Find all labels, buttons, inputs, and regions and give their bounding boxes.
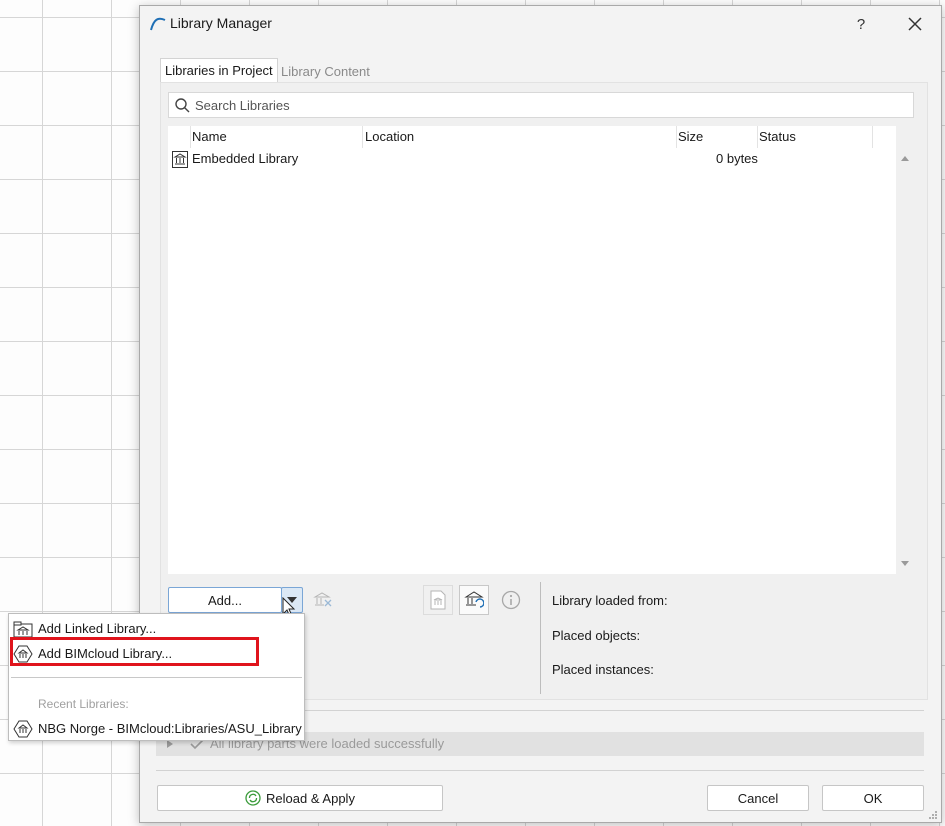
column-header-status[interactable]: Status — [759, 129, 796, 144]
column-separator — [190, 126, 191, 148]
recent-libraries-header: Recent Libraries: — [38, 697, 129, 711]
window-title: Library Manager — [170, 15, 272, 31]
remove-library-button[interactable] — [308, 585, 338, 615]
library-loaded-from-label: Library loaded from: — [552, 593, 668, 608]
app-logo-icon — [149, 15, 167, 33]
divider — [156, 770, 924, 771]
add-button[interactable]: Add... — [168, 587, 282, 613]
column-header-location[interactable]: Location — [365, 129, 414, 144]
search-placeholder: Search Libraries — [195, 98, 290, 113]
embedded-library-icon — [172, 151, 188, 171]
column-separator — [676, 126, 677, 148]
ok-label: OK — [863, 790, 883, 806]
placed-instances-label: Placed instances: — [552, 662, 654, 677]
row-size: 0 bytes — [716, 151, 758, 166]
reload-apply-button[interactable]: Reload & Apply — [157, 785, 443, 811]
column-header-name[interactable]: Name — [192, 129, 227, 144]
menu-item-label: Add Linked Library... — [38, 621, 157, 636]
row-name: Embedded Library — [192, 151, 299, 166]
search-icon — [175, 98, 190, 113]
list-scrollbar[interactable] — [896, 126, 914, 574]
library-remove-icon — [313, 592, 332, 607]
menu-item-recent-library[interactable]: NBG Norge - BIMcloud:Libraries/ASU_Libra… — [9, 717, 304, 741]
table-row[interactable]: Embedded Library 0 bytes — [168, 148, 896, 170]
resize-grip-icon[interactable] — [928, 810, 938, 820]
library-document-icon — [430, 590, 446, 610]
scroll-down-icon[interactable] — [900, 560, 910, 568]
library-doc-button[interactable] — [423, 585, 453, 615]
search-input[interactable]: Search Libraries — [168, 92, 914, 118]
cancel-button[interactable]: Cancel — [707, 785, 809, 811]
column-separator — [872, 126, 873, 148]
help-button[interactable]: ? — [848, 12, 874, 36]
ok-button[interactable]: OK — [822, 785, 924, 811]
library-linked-icon — [13, 621, 33, 638]
title-bar[interactable]: Library Manager ? — [140, 6, 941, 42]
placed-objects-label: Placed objects: — [552, 628, 641, 643]
library-reload-icon — [464, 591, 484, 608]
close-icon — [908, 17, 922, 31]
add-button-label: Add... — [208, 592, 242, 608]
add-dropdown-menu: Add Linked Library... Add BIMcloud Libra… — [8, 613, 305, 741]
info-separator — [540, 582, 541, 694]
scroll-up-icon[interactable] — [900, 154, 910, 162]
library-info-button[interactable] — [496, 585, 526, 615]
close-button[interactable] — [902, 12, 928, 36]
reload-icon — [245, 790, 261, 806]
tab-libraries-in-project[interactable]: Libraries in Project — [160, 58, 278, 83]
column-separator — [757, 126, 758, 148]
highlight-box — [10, 637, 259, 666]
column-header-size[interactable]: Size — [678, 129, 703, 144]
reload-apply-label: Reload & Apply — [266, 790, 355, 806]
tab-library-content[interactable]: Library Content — [277, 60, 374, 84]
menu-divider — [11, 677, 302, 678]
library-list: Name Location Size Status Embedded Libra… — [168, 126, 896, 574]
bimcloud-library-icon — [13, 720, 33, 738]
info-icon — [501, 590, 521, 610]
library-refresh-button[interactable] — [459, 585, 489, 615]
cancel-label: Cancel — [737, 790, 779, 806]
column-separator — [362, 126, 363, 148]
menu-item-label: NBG Norge - BIMcloud:Libraries/ASU_Libra… — [38, 721, 302, 736]
